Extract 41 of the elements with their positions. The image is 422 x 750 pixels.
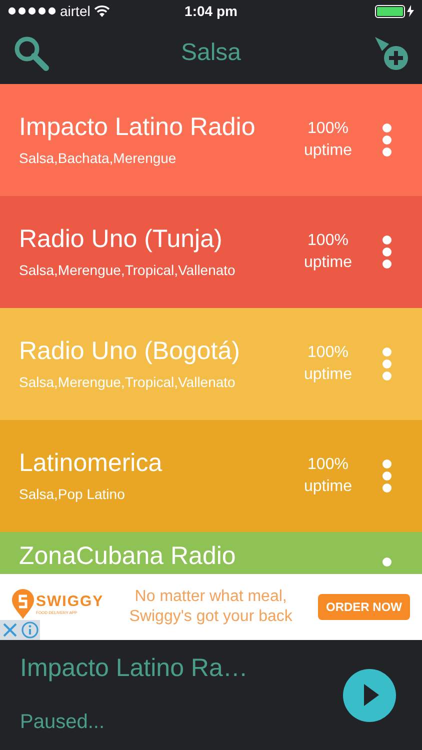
- close-icon[interactable]: [0, 620, 20, 640]
- station-genres: Salsa,Pop Latino: [19, 484, 126, 504]
- station-genres: Salsa,Bachata,Merengue: [19, 148, 178, 168]
- now-playing-title: Impacto Latino Ra…: [20, 653, 249, 683]
- order-now-button[interactable]: ORDER NOW: [318, 594, 410, 620]
- uptime-label: uptime: [304, 477, 352, 497]
- uptime-value: 100%: [308, 231, 348, 251]
- brand-name: SWIGGY: [36, 594, 104, 610]
- station-row[interactable]: Latinomerica Salsa,Pop Latino 100% uptime: [0, 420, 422, 532]
- wifi-icon: [94, 5, 110, 17]
- charging-icon: [407, 5, 414, 17]
- info-icon[interactable]: [20, 620, 40, 640]
- uptime-value: 100%: [308, 343, 348, 363]
- ad-headline: No matter what meal,: [134, 587, 287, 607]
- station-name: Latinomerica: [19, 448, 164, 478]
- uptime-value: 100%: [308, 119, 348, 139]
- station-row[interactable]: ZonaCubana Radio: [0, 532, 422, 574]
- station-genres: Salsa,Merengue,Tropical,Vallenato: [19, 372, 236, 392]
- station-row[interactable]: Radio Uno (Bogotá) Salsa,Merengue,Tropical,Vallenato 100% uptime: [0, 308, 422, 420]
- station-name: Radio Uno (Bogotá): [19, 336, 241, 366]
- playback-status: Paused...: [20, 710, 106, 735]
- add-station-icon[interactable]: [372, 35, 409, 71]
- station-name: ZonaCubana Radio: [19, 541, 237, 571]
- screen-title: Salsa: [180, 38, 242, 68]
- station-genres: Salsa,Merengue,Tropical,Vallenato: [19, 260, 236, 280]
- station-row[interactable]: Impacto Latino Radio Salsa,Bachata,Merengue 100% uptime: [0, 84, 422, 196]
- uptime-label: uptime: [304, 253, 352, 273]
- station-row[interactable]: Radio Uno (Tunja) Salsa,Merengue,Tropical,Vallenato 100% uptime: [0, 196, 422, 308]
- ad-subline: Swiggy's got your back: [129, 607, 292, 627]
- play-button[interactable]: [343, 668, 396, 722]
- clock-time: 1:04 pm: [184, 2, 238, 21]
- station-name: Radio Uno (Tunja): [19, 224, 224, 254]
- swiggy-logo-icon: [12, 589, 34, 619]
- station-name: Impacto Latino Radio: [19, 112, 256, 142]
- uptime-value: 100%: [308, 455, 348, 475]
- search-icon[interactable]: [13, 35, 49, 71]
- carrier-name: airtel: [60, 2, 90, 20]
- uptime-label: uptime: [304, 365, 352, 385]
- signal-icon: [8, 7, 56, 15]
- uptime-label: uptime: [304, 141, 352, 161]
- battery-icon: [375, 4, 405, 18]
